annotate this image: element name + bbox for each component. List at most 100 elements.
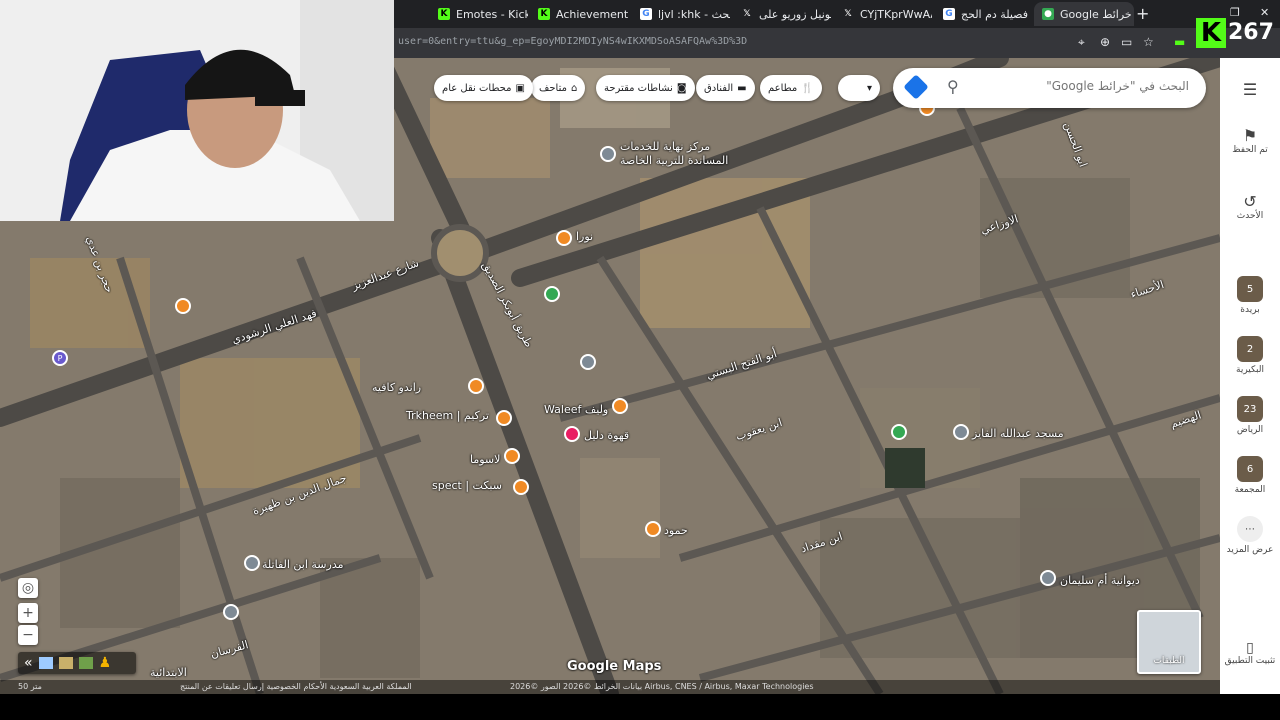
shop-pin-icon[interactable] <box>544 286 560 302</box>
place-thumbnail: 2 <box>1237 336 1263 362</box>
webcam-feed <box>0 0 394 221</box>
cafe-pin-icon[interactable] <box>504 448 520 464</box>
menu-icon[interactable]: ☰ <box>1220 80 1280 99</box>
heart-pin-icon[interactable] <box>564 426 580 442</box>
cafe-pin-icon[interactable] <box>612 398 628 414</box>
chevron-down-icon: ▾ <box>866 82 872 94</box>
tab-google-blood[interactable]: G فصيلة دم الحج ✕ <box>935 2 1033 26</box>
close-window-icon[interactable]: ✕ <box>1260 6 1269 19</box>
rail-saved[interactable]: ⚑ تم الحفظ <box>1220 126 1280 155</box>
restaurant-pin-icon[interactable] <box>496 410 512 426</box>
cafe-pin-icon[interactable] <box>468 378 484 394</box>
zoom-in-button[interactable]: + <box>18 603 38 623</box>
footer-links[interactable]: المملكة العربية السعودية الأحكام الخصوصي… <box>180 682 412 691</box>
map-label[interactable]: المساندة للتربية الخاصة <box>620 154 728 167</box>
place-thumbnail: 6 <box>1237 456 1263 482</box>
rail-label: تم الحفظ <box>1232 145 1268 155</box>
tab-google-maps[interactable]: ● Google خرائط ✕ <box>1034 2 1134 26</box>
extension-icon[interactable]: ▬ <box>1174 35 1185 49</box>
map-label[interactable]: راندو كافيه <box>372 381 421 394</box>
category-label: متاحف <box>539 82 567 94</box>
url-text[interactable]: user=0&entry=ttu&g_ep=EgoyMDI2MDIyNS4wIK… <box>398 36 747 47</box>
search-input[interactable] <box>979 78 1191 94</box>
tab-title: Achievements <box>556 7 628 21</box>
restaurant-pin-icon[interactable] <box>645 521 661 537</box>
map-view-thumb[interactable] <box>38 657 53 669</box>
map-type-strip[interactable]: « ♟ <box>18 652 136 674</box>
map-label[interactable]: spect | سبكت <box>432 479 502 492</box>
map-label[interactable]: مدرسة ابن الفاتلة <box>262 558 344 571</box>
search-box[interactable]: ⚲ <box>893 68 1206 108</box>
map-label[interactable]: الابتدائية <box>150 666 187 679</box>
map-label[interactable]: ديوانية أم سليمان <box>1060 574 1140 587</box>
category-chip-restaurants[interactable]: 🍴 مطاعم <box>760 75 822 101</box>
school-pin-icon[interactable] <box>223 604 239 620</box>
hotel-icon: ▬ <box>737 82 747 94</box>
cafe-pin-icon[interactable] <box>175 298 191 314</box>
terrain-view-thumb[interactable] <box>58 657 73 669</box>
rail-place-majmaah[interactable]: 6 المجمعة <box>1220 456 1280 495</box>
map-label[interactable]: مركز نهاية للخدمات <box>620 140 710 153</box>
park-pin-icon[interactable] <box>891 424 907 440</box>
rail-label: بريدة <box>1240 305 1260 315</box>
rail-label: عرض المزيد <box>1226 545 1274 555</box>
bookmark-star-icon[interactable]: ☆ <box>1143 35 1154 49</box>
cast-icon[interactable]: ▭ <box>1121 35 1132 49</box>
map-label[interactable]: مسجد عبدالله الفايز <box>972 427 1064 440</box>
tab-achievements[interactable]: K Achievements ✕ <box>530 2 628 26</box>
place-pin-icon[interactable] <box>580 354 596 370</box>
place-pin-icon[interactable] <box>600 146 616 162</box>
map-label[interactable]: حمود <box>664 524 688 537</box>
scale-bar[interactable]: 50 متر <box>18 682 42 691</box>
rail-recent[interactable]: ↺ الأحدث <box>1220 192 1280 221</box>
expand-icon[interactable]: « <box>24 655 33 671</box>
map-label[interactable]: لاسوما <box>470 453 500 466</box>
rail-place-riyadh[interactable]: 23 الرياض <box>1220 396 1280 435</box>
category-chip-transit[interactable]: ▣ محطات نقل عام <box>434 75 533 101</box>
phone-icon: ▯ <box>1246 640 1254 656</box>
history-icon: ↺ <box>1243 192 1257 211</box>
restore-icon[interactable]: ❐ <box>1230 6 1240 19</box>
pegman-icon[interactable]: ♟ <box>99 655 112 671</box>
museum-icon: ⌂ <box>570 82 578 94</box>
category-chip-museums[interactable]: ⌂ متاحف <box>531 75 586 101</box>
map-label[interactable]: Trkheem | تركيم <box>406 409 489 422</box>
new-tab-button[interactable]: + <box>1136 4 1149 23</box>
category-chip-hotels[interactable]: ▬ الفنادق <box>696 75 755 101</box>
map-label[interactable]: قهوة دليل <box>584 429 629 442</box>
place-thumbnail: 23 <box>1237 396 1263 422</box>
rail-install-app[interactable]: ▯ تثبيت التطبيق <box>1220 640 1280 666</box>
rail-label: البكيرية <box>1236 365 1264 375</box>
zoom-icon[interactable]: ⊕ <box>1100 35 1110 49</box>
streetview-thumb[interactable] <box>78 657 93 669</box>
rail-place-buraidah[interactable]: 5 بريدة <box>1220 276 1280 315</box>
place-pin-icon[interactable] <box>244 555 260 571</box>
rail-label: تثبيت التطبيق <box>1224 656 1276 666</box>
parking-pin-icon[interactable]: P <box>52 350 68 366</box>
category-chip-things-to-do[interactable]: ◙ نشاطات مقترحة <box>596 75 695 101</box>
location-icon[interactable]: ⌖ <box>1078 35 1085 50</box>
zoom-out-button[interactable]: − <box>18 625 38 645</box>
tab-google-search[interactable]: G ljvl :khk - بحث ✕ <box>632 2 730 26</box>
tab-x-post[interactable]: 𝕏 ليونيل زوريو على ✕ <box>733 2 831 26</box>
cafe-pin-icon[interactable] <box>556 230 572 246</box>
tab-emotes-kick[interactable]: K Emotes - Kick ✕ <box>430 2 528 26</box>
cafe-pin-icon[interactable] <box>513 479 529 495</box>
google-maps-logo: Google Maps <box>567 659 662 674</box>
rail-more[interactable]: ⋯ عرض المزيد <box>1220 516 1280 555</box>
tab-x-image[interactable]: 𝕏 CYjTKprWwAA ✕ <box>834 2 932 26</box>
directions-icon[interactable] <box>903 74 929 100</box>
place-pin-icon[interactable] <box>1040 570 1056 586</box>
search-icon[interactable]: ⚲ <box>947 77 959 96</box>
layers-label: الطبقات <box>1153 656 1185 666</box>
my-location-button[interactable]: ◎ <box>18 578 38 598</box>
mosque-pin-icon[interactable] <box>953 424 969 440</box>
rail-place-bukayriyah[interactable]: 2 البكيرية <box>1220 336 1280 375</box>
attribution: بيانات الخرائط ©2026 الصور ©2026 Airbus,… <box>510 682 814 691</box>
layers-button[interactable]: الطبقات <box>1137 610 1201 674</box>
category-label: نشاطات مقترحة <box>604 82 673 94</box>
map-label[interactable]: Waleef وليف <box>544 403 608 416</box>
map-label[interactable]: نورا <box>576 230 593 243</box>
google-icon: G <box>640 8 652 20</box>
category-more-button[interactable]: ▾ <box>838 75 880 101</box>
